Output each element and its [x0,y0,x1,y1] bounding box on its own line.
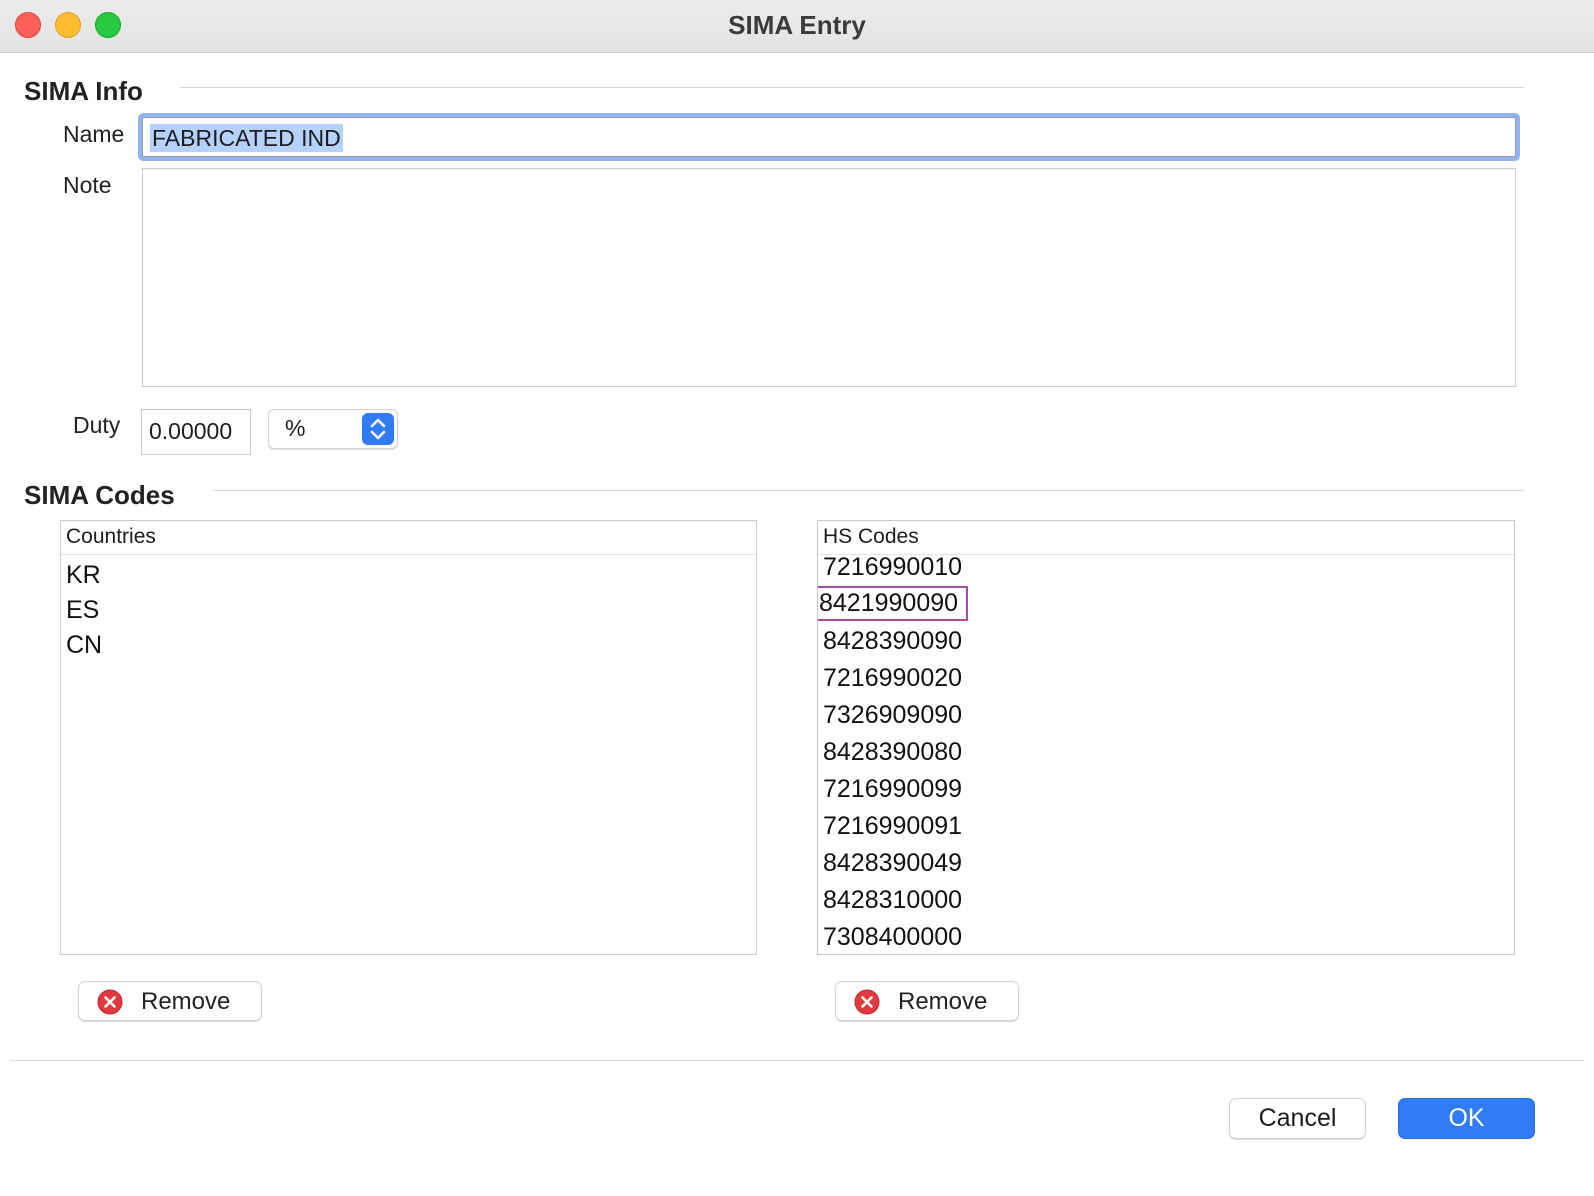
remove-icon [854,989,880,1022]
hs-code-item[interactable]: 7308400000 [823,923,962,952]
hs-code-item[interactable]: 7326909090 [823,701,962,730]
hs-code-item[interactable]: 8428390049 [823,849,962,878]
section-title-sima-codes: SIMA Codes [24,480,175,510]
note-textarea[interactable] [142,168,1516,387]
countries-column-header[interactable]: Countries [61,521,756,555]
duty-label: Duty [73,412,121,438]
remove-label: Remove [898,988,988,1015]
hs-code-item[interactable]: 8428390090 [823,627,962,656]
hs-code-item[interactable]: 8428310000 [823,886,962,915]
section-title-sima-info: SIMA Info [24,76,143,106]
remove-hs-code-button[interactable]: Remove [835,981,1019,1021]
countries-list[interactable]: Countries KR ES CN [60,520,757,955]
remove-icon [97,989,123,1022]
duty-unit-value: % [285,415,306,441]
note-label: Note [63,172,112,198]
section-divider [213,490,1524,491]
country-item[interactable]: KR [66,561,101,590]
duty-unit-select[interactable]: % [268,409,398,449]
hs-code-item[interactable]: 7216990020 [823,664,962,693]
country-item[interactable]: ES [66,596,99,625]
country-item[interactable]: CN [66,631,102,660]
hs-code-item[interactable]: 7216990010 [823,553,962,582]
hs-code-item[interactable]: 8428390080 [823,738,962,767]
hs-code-item[interactable]: 7216990099 [823,775,962,804]
cancel-button[interactable]: Cancel [1229,1098,1366,1139]
footer-divider [10,1060,1584,1061]
title-bar: SIMA Entry [0,0,1594,53]
duty-field[interactable]: 0.00000 [141,409,251,455]
ok-button[interactable]: OK [1398,1098,1535,1139]
hs-code-item-focused[interactable]: 8421990090 [818,586,969,621]
hs-codes-column-header[interactable]: HS Codes [818,521,1514,555]
name-label: Name [63,121,125,147]
hs-codes-list[interactable]: HS Codes 7216990010 8421990090 842839009… [817,520,1515,955]
window-title: SIMA Entry [728,10,866,40]
hs-code-item[interactable]: 7216990091 [823,812,962,841]
name-value: FABRICATED IND [150,124,343,152]
remove-country-button[interactable]: Remove [78,981,262,1021]
name-field[interactable]: FABRICATED IND [142,117,1516,157]
remove-label: Remove [141,988,231,1015]
chevron-up-down-icon [362,413,394,445]
section-divider [180,87,1524,88]
